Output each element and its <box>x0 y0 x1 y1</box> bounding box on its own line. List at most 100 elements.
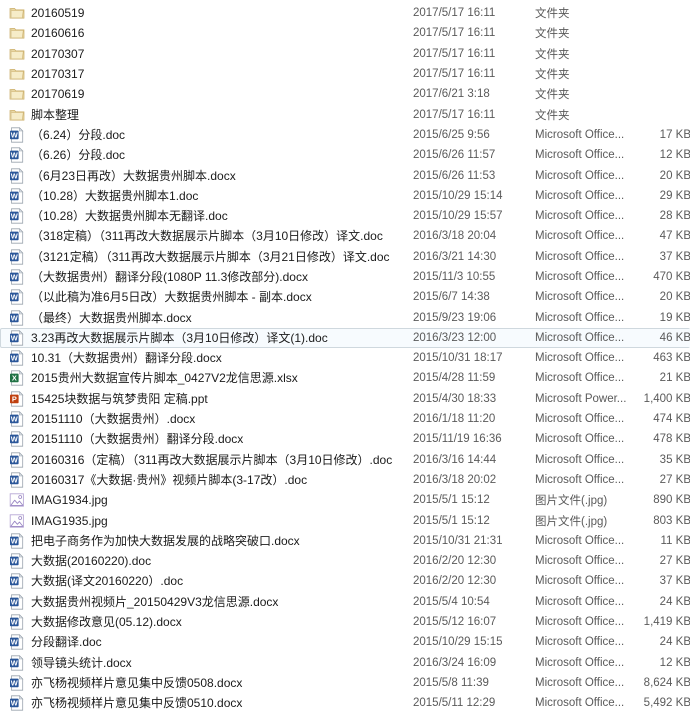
file-name-cell[interactable]: W 大数据修改意见(05.12).docx <box>9 614 413 630</box>
date-modified-cell: 2015/5/1 15:12 <box>413 494 490 507</box>
file-list-row[interactable]: W （10.28）大数据贵州脚本1.doc 2015/10/29 15:14 Micr… <box>0 186 690 206</box>
file-list-row[interactable]: W （大数据贵州）翻译分段(1080P 11.3修改部分).docx 2015/11… <box>0 267 690 287</box>
file-list-row[interactable]: W （3121定稿）（311再改大数据展示片脚本（3月21日修改）译文.doc 20… <box>0 247 690 267</box>
file-name-cell[interactable]: W 亦飞杨视频样片意见集中反馈0508.docx <box>9 675 413 691</box>
file-size-cell: 24 KB <box>659 595 690 608</box>
svg-text:W: W <box>11 131 18 140</box>
file-name-cell[interactable]: W （6月23日再改）大数据贵州脚本.docx <box>9 167 413 184</box>
file-type-cell: Microsoft Office... <box>535 149 625 162</box>
file-type-cell: Microsoft Office... <box>535 453 625 466</box>
file-name-label: （10.28）大数据贵州脚本1.doc <box>31 188 199 203</box>
file-name-cell[interactable]: W （10.28）大数据贵州脚本1.doc <box>9 187 413 204</box>
date-modified-cell: 2015/11/3 10:55 <box>413 271 496 283</box>
file-name-cell[interactable]: W 20160317《大数据·贵州》视频片脚本(3-17改）.doc <box>9 472 413 488</box>
file-list-row[interactable]: W 10.31（大数据贵州）翻译分段.docx 2015/10/31 18:17 Mi… <box>0 348 690 368</box>
file-name-cell[interactable]: 20170307 <box>9 46 413 62</box>
file-list-row[interactable]: IMAG1934.jpg 2015/5/1 15:12 图片文件(.jpg) 890 … <box>0 490 690 510</box>
file-list-row[interactable]: 20160616 2017/5/17 16:11 文件夹 <box>0 23 690 43</box>
file-size-cell: 474 KB <box>653 413 690 426</box>
file-list-row[interactable]: IMAG1935.jpg 2015/5/1 15:12 图片文件(.jpg) 803 … <box>0 510 690 530</box>
file-name-label: 10.31（大数据贵州）翻译分段.docx <box>31 351 222 366</box>
file-name-cell[interactable]: IMAG1935.jpg <box>9 513 413 529</box>
file-list-row[interactable]: W 20151110（大数据贵州）翻译分段.docx 2015/11/19 16:3… <box>0 429 690 449</box>
file-type-cell: Microsoft Power... <box>535 392 627 405</box>
file-list-row[interactable]: W （最终）大数据贵州脚本.docx 2015/9/23 19:06 Microsof… <box>0 307 690 327</box>
file-list-row[interactable]: 20170317 2017/5/17 16:11 文件夹 <box>0 64 690 84</box>
file-name-cell[interactable]: P 15425块数据与筑梦贵阳 定稿.ppt <box>9 390 413 407</box>
file-name-cell[interactable]: W 20151110（大数据贵州）翻译分段.docx <box>9 431 413 447</box>
file-name-cell[interactable]: 20160519 <box>9 5 413 21</box>
file-name-label: 把电子商务作为加快大数据发展的战略突破口.docx <box>31 533 300 548</box>
file-name-cell[interactable]: W 10.31（大数据贵州）翻译分段.docx <box>9 350 413 366</box>
file-list-row[interactable]: W 大数据(20160220).doc 2016/2/20 12:30 Microso… <box>0 551 690 571</box>
file-name-cell[interactable]: W 把电子商务作为加快大数据发展的战略突破口.docx <box>9 532 413 549</box>
file-size-cell: 20 KB <box>659 291 690 304</box>
file-list-row[interactable]: W 亦飞杨视频样片意见集中反馈0508.docx 2015/5/8 11:39 Mic… <box>0 673 690 693</box>
file-name-label: 20160616 <box>31 26 85 41</box>
file-list-row[interactable]: W 大数据修改意见(05.12).docx 2015/5/12 16:07 Micro… <box>0 612 690 632</box>
file-name-cell[interactable]: W （最终）大数据贵州脚本.docx <box>9 309 413 326</box>
file-name-cell[interactable]: W 大数据贵州视频片_20150429V3龙信思源.docx <box>9 593 413 610</box>
file-name-cell[interactable]: W （318定稿）（311再改大数据展示片脚本（3月10日修改）译文.doc <box>9 228 413 245</box>
file-list-details-view[interactable]: 20160519 2017/5/17 16:11 文件夹 20160616 2017/5… <box>0 0 690 713</box>
svg-text:W: W <box>11 151 18 160</box>
file-list-row[interactable]: 20170307 2017/5/17 16:11 文件夹 <box>0 44 690 64</box>
file-list-row[interactable]: W 分段翻译.doc 2015/10/29 15:15 Microsoft Offic… <box>0 632 690 652</box>
file-list-row[interactable]: 脚本整理 2017/5/17 16:11 文件夹 <box>0 104 690 124</box>
file-name-cell[interactable]: 脚本整理 <box>9 107 413 123</box>
file-list-row[interactable]: W 大数据贵州视频片_20150429V3龙信思源.docx 2015/5/4 10… <box>0 592 690 612</box>
file-name-cell[interactable]: W （6.26）分段.doc <box>9 147 413 163</box>
file-list-row[interactable]: W 亦飞杨视频样片意见集中反馈0510.docx 2015/5/11 12:29 Mi… <box>0 693 690 713</box>
file-list-row[interactable]: W 把电子商务作为加快大数据发展的战略突破口.docx 2015/10/31 21:… <box>0 531 690 551</box>
file-name-cell[interactable]: W 20151110（大数据贵州）.docx <box>9 411 413 427</box>
file-name-cell[interactable]: 20160616 <box>9 25 413 41</box>
folder-icon <box>9 107 25 123</box>
file-list-row[interactable]: W 领导镜头统计.docx 2016/3/24 16:09 Microsoft Off… <box>0 653 690 673</box>
file-list-row[interactable]: W 3.23再改大数据展示片脚本（3月10日修改）译文(1).doc 2016/3/… <box>0 327 690 349</box>
file-name-cell[interactable]: W 亦飞杨视频样片意见集中反馈0510.docx <box>9 695 413 711</box>
file-name-cell[interactable]: W 分段翻译.doc <box>9 634 413 650</box>
file-list-row[interactable]: W （以此稿为准6月5日改）大数据贵州脚本 - 副本.docx 2015/6/7 1… <box>0 287 690 307</box>
file-size-cell: 470 KB <box>653 271 690 283</box>
svg-text:W: W <box>11 638 18 647</box>
file-list-row[interactable]: W （318定稿）（311再改大数据展示片脚本（3月10日修改）译文.doc 201… <box>0 226 690 246</box>
file-name-cell[interactable]: X 2015贵州大数据宣传片脚本_0427V2龙信思源.xlsx <box>9 370 413 387</box>
file-type-cell: Microsoft Office... <box>535 311 625 324</box>
file-list-row[interactable]: X 2015贵州大数据宣传片脚本_0427V2龙信思源.xlsx 2015/4/28… <box>0 368 690 388</box>
file-list-row[interactable]: W 大数据(译文20160220）.doc 2016/2/20 12:30 Micro… <box>0 571 690 591</box>
file-list-row[interactable]: W （6.26）分段.doc 2015/6/26 11:57 Microsoft Of… <box>0 145 690 165</box>
file-name-cell[interactable]: 20170317 <box>9 66 413 82</box>
word-document-icon: W <box>9 269 25 285</box>
file-list-row[interactable]: 20170619 2017/6/21 3:18 文件夹 <box>0 84 690 104</box>
svg-text:W: W <box>11 557 18 566</box>
file-name-cell[interactable]: W （大数据贵州）翻译分段(1080P 11.3修改部分).docx <box>9 269 413 285</box>
file-name-cell[interactable]: W 大数据(20160220).doc <box>9 553 413 569</box>
file-list-row[interactable]: W 20151110（大数据贵州）.docx 2016/1/18 11:20 Micr… <box>0 409 690 429</box>
file-name-cell[interactable]: IMAG1934.jpg <box>9 492 413 508</box>
file-size-cell: 20 KB <box>659 169 690 182</box>
word-document-icon: W <box>9 593 25 610</box>
file-name-cell[interactable]: W 领导镜头统计.docx <box>9 654 413 671</box>
file-list-row[interactable]: W （6月23日再改）大数据贵州脚本.docx 2015/6/26 11:53 Mic… <box>0 165 690 185</box>
file-name-cell[interactable]: W 大数据(译文20160220）.doc <box>9 573 413 590</box>
file-name-cell[interactable]: W （3121定稿）（311再改大数据展示片脚本（3月21日修改）译文.doc <box>9 248 413 265</box>
file-list-row[interactable]: 20160519 2017/5/17 16:11 文件夹 <box>0 3 690 23</box>
file-name-cell[interactable]: W 3.23再改大数据展示片脚本（3月10日修改）译文(1).doc <box>9 329 413 346</box>
file-list-row[interactable]: W （6.24）分段.doc 2015/6/25 9:56 Microsoft Off… <box>0 125 690 145</box>
file-list-row[interactable]: W 20160317《大数据·贵州》视频片脚本(3-17改）.doc 2016/3/… <box>0 470 690 490</box>
word-document-icon: W <box>9 350 25 366</box>
file-list-row[interactable]: P 15425块数据与筑梦贵阳 定稿.ppt 2015/4/30 18:33 Micr… <box>0 389 690 409</box>
file-name-cell[interactable]: W 20160316（定稿）（311再改大数据展示片脚本（3月10日修改）.doc <box>9 451 413 468</box>
date-modified-cell: 2015/6/25 9:56 <box>413 128 490 141</box>
date-modified-cell: 2016/3/18 20:04 <box>413 230 497 243</box>
file-list-row[interactable]: W （10.28）大数据贵州脚本无翻译.doc 2015/10/29 15:57 Mi… <box>0 206 690 226</box>
file-size-cell: 890 KB <box>653 494 690 507</box>
file-name-cell[interactable]: 20170619 <box>9 86 413 102</box>
file-name-cell[interactable]: W （10.28）大数据贵州脚本无翻译.doc <box>9 208 413 224</box>
folder-icon <box>9 46 25 62</box>
file-type-cell: 文件夹 <box>535 28 570 41</box>
file-list-row[interactable]: W 20160316（定稿）（311再改大数据展示片脚本（3月10日修改）.doc… <box>0 450 690 470</box>
file-name-cell[interactable]: W （以此稿为准6月5日改）大数据贵州脚本 - 副本.docx <box>9 289 413 305</box>
file-size-cell: 5,492 KB <box>643 697 690 710</box>
file-name-cell[interactable]: W （6.24）分段.doc <box>9 126 413 143</box>
